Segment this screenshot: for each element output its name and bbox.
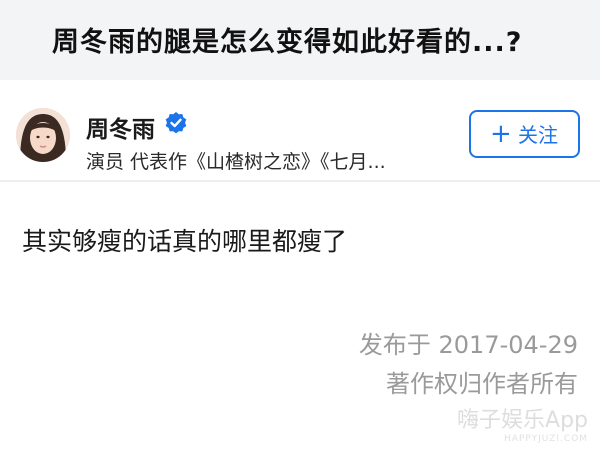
answer-page: 周冬雨的腿是怎么变得如此好看的...? 周冬雨 演员 代表作《山楂树之恋》《七月…: [0, 0, 600, 459]
watermark: 嗨子娱乐App HAPPYJUZI.COM: [457, 402, 588, 444]
author-bio: 演员 代表作《山楂树之恋》《七月...: [86, 151, 386, 173]
watermark-url: HAPPYJUZI.COM: [504, 434, 588, 444]
author-name[interactable]: 周冬雨: [86, 110, 155, 144]
question-title[interactable]: 周冬雨的腿是怎么变得如此好看的...?: [52, 20, 522, 59]
divider: [0, 180, 600, 182]
follow-label: 关注: [518, 123, 558, 147]
verified-badge-icon: [165, 112, 187, 134]
publish-date: 发布于 2017-04-29: [358, 331, 578, 359]
copyright-notice: 著作权归作者所有: [386, 370, 578, 398]
avatar[interactable]: [16, 108, 70, 162]
watermark-text: 嗨子娱乐App: [457, 408, 588, 433]
follow-button[interactable]: + 关注: [469, 110, 580, 158]
plus-icon: +: [490, 119, 512, 149]
avatar-image: [16, 108, 70, 162]
question-header[interactable]: 周冬雨的腿是怎么变得如此好看的...?: [0, 0, 600, 80]
answer-text: 其实够瘦的话真的哪里都瘦了: [22, 227, 348, 256]
